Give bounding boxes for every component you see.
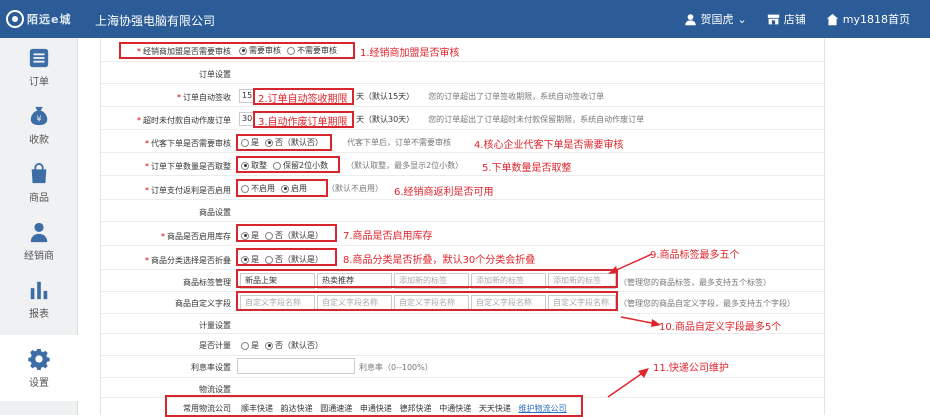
tags-label: 商品标签管理 [183,278,231,287]
money-bag-icon: ¥ [30,106,48,125]
quantity-hint: （默认取整，最多显示2位小数） [346,161,464,170]
sidebar-label: 收款 [29,134,49,146]
store-icon [767,14,779,24]
highlight-box [119,42,355,59]
auto-sign-unit: 天（默认15天） [356,91,415,101]
bar-chart-icon [30,281,48,299]
interest-input[interactable] [237,358,355,374]
store-label: 店铺 [783,13,806,26]
interest-label: 利息率设置 [191,363,231,372]
logo-icon [6,10,24,28]
user-name: 贺国虎 [700,13,734,26]
proxy-order-label: 代客下单是否需要审核 [151,139,231,148]
proxy-order-hint: 代客下单后，订单不需要审核 [347,138,451,147]
section-title: 计量设置 [199,321,231,330]
highlight-box [165,395,583,417]
note-7: 7.商品是否启用库存 [343,231,433,242]
arrow-icon [608,253,653,274]
svg-text:¥: ¥ [36,113,41,123]
highlight-box [236,179,328,197]
sidebar-label: 设置 [29,377,49,389]
auto-sign-hint: 您的订单超出了订单签收期限，系统自动签收订单 [428,91,605,101]
company-name: 上海协强电脑有限公司 [95,14,216,28]
measure-label: 是否计量 [199,341,231,350]
section-goods: 商品设置 [101,200,826,222]
section-title: 物流设置 [199,385,231,394]
row-measure: 是否计量 是 否（默认否） [101,334,826,356]
note-9: 9.商品标签最多五个 [650,250,740,261]
row-auto-void: * 超时未付款自动作废订单 30 天（默认30天） 您的订单超出了订单超时未付款保… [101,107,826,130]
section-measure: 计量设置 [101,314,826,334]
gear-icon [28,348,50,370]
rebate-label: 订单支付返利是否启用 [151,186,231,195]
custom-fields-label: 商品自定义字段 [175,299,231,308]
sidebar-item-payments[interactable]: ¥ 收款 [0,96,78,154]
note-8: 8.商品分类是否折叠，默认30个分类会折叠 [343,255,536,266]
sidebar-label: 经销商 [24,250,54,262]
note-6: 6.经销商返利是否可用 [394,187,494,198]
highlight-box [236,224,337,242]
note-11: 11.快递公司维护 [653,363,729,374]
settings-panel: * 经销商加盟是否需要审核 需要审核 不需要审核 1.经销商加盟是否审核 订单设置… [100,38,826,417]
quantity-label: 订单下单数量是否取整 [151,162,231,171]
home-icon [826,13,838,25]
fold-label: 商品分类选择是否折叠 [151,256,231,265]
sidebar: 订单 ¥ 收款 商品 经销商 报表 设置 [0,38,78,415]
highlight-box [236,291,618,311]
section-title: 商品设置 [199,208,231,217]
section-order: 订单设置 [101,62,826,84]
sidebar-item-reports[interactable]: 报表 [0,270,78,328]
auto-void-hint: 您的订单超出了订单超时未付款保留期限，系统自动作废订单 [428,114,645,124]
list-icon [29,48,49,67]
auto-void-unit: 天（默认30天） [356,114,415,124]
top-bar: 陌远e城 上海协强电脑有限公司 贺国虎 ⌄ 店铺 my1818首页 [0,0,930,38]
highlight-box [236,156,340,173]
stock-label: 商品是否启用库存 [167,232,231,241]
note-5: 5.下单数量是否取整 [482,163,572,174]
sidebar-label: 报表 [29,308,49,320]
sidebar-label: 订单 [29,76,49,88]
section-title: 订单设置 [199,70,231,79]
auto-sign-label: 订单自动签收 [183,93,231,102]
sidebar-item-orders[interactable]: 订单 [0,38,78,96]
rebate-hint: （默认不启用） [327,184,383,193]
note-2: 2.订单自动签收期限 [258,94,348,105]
sidebar-item-goods[interactable]: 商品 [0,154,78,212]
radio-measure-yes[interactable]: 是 [241,340,259,351]
home-label: my1818首页 [842,13,910,26]
custom-fields-hint: （管理您的商品自定义字段，最多支持五个字段） [619,299,795,308]
interest-hint: 利息率（0--100%） [359,363,433,372]
user-icon [684,13,696,25]
highlight-box [236,134,332,151]
tags-hint: （管理您的商品标签，最多支持五个标签） [619,278,771,287]
row-quantity: * 订单下单数量是否取整 取整 保留2位小数 （默认取整，最多显示2位小数） [101,153,826,176]
sidebar-label: 商品 [29,192,49,204]
note-4: 4.核心企业代客下单是否需要审核 [474,140,624,151]
arrow-icon [607,368,649,398]
logo[interactable]: 陌远e城 [6,8,76,30]
row-auto-sign: * 订单自动签收 15 天（默认15天） 您的订单超出了订单签收期限，系统自动签收… [101,84,826,107]
logo-text: 陌远e城 [27,13,72,26]
store-link[interactable]: 店铺 [767,11,806,27]
note-1: 1.经销商加盟是否审核 [360,48,460,59]
highlight-box [236,248,337,266]
auto-void-label: 超时未付款自动作废订单 [143,116,231,125]
highlight-box [236,269,618,288]
user-menu[interactable]: 贺国虎 ⌄ [684,11,747,27]
row-stock: * 商品是否启用库存 是 否（默认是） [101,222,826,246]
sidebar-item-dealers[interactable]: 经销商 [0,212,78,270]
person-icon [30,222,48,242]
chevron-down-icon: ⌄ [737,12,747,26]
home-link[interactable]: my1818首页 [826,11,910,27]
note-3: 3.自动作废订单期限 [258,117,348,128]
row-proxy-order: * 代客下单是否需要审核 是 否（默认否） 代客下单后，订单不需要审核 [101,130,826,153]
radio-measure-no[interactable]: 否（默认否） [265,340,323,351]
shopping-bag-icon [31,162,47,183]
sidebar-item-settings[interactable]: 设置 [0,335,78,401]
